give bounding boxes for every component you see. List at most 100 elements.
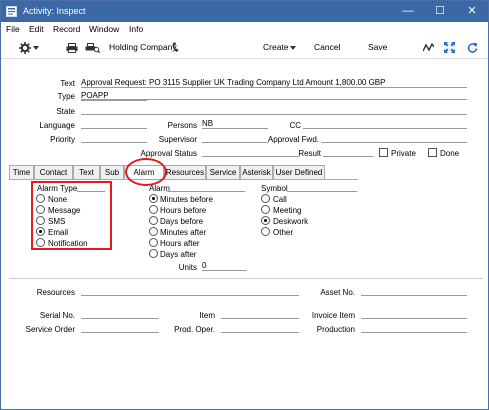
alarm-minutes-before-label: Minutes before [160, 195, 213, 204]
minimize-button[interactable]: — [393, 1, 423, 22]
alarm-tab-highlight-oval [125, 158, 167, 186]
language-field[interactable] [81, 119, 147, 129]
title-bar: Activity: Inspect — ☐ ✕ [1, 1, 488, 22]
tab-resources[interactable]: Resources [164, 165, 206, 179]
print-preview-icon[interactable] [85, 43, 100, 53]
tab-text[interactable]: Text [73, 165, 100, 179]
tab-asterisk[interactable]: Asterisk [240, 165, 273, 179]
alarm-hours-after-radio[interactable] [149, 238, 158, 247]
app-icon [6, 6, 17, 17]
private-checkbox[interactable] [379, 148, 388, 157]
symbol-call-label: Call [273, 195, 287, 204]
tab-user-defined[interactable]: User Defined [273, 165, 325, 179]
alarm-minutes-after-radio[interactable] [149, 227, 158, 236]
tab-contact[interactable]: Contact [34, 165, 73, 179]
tab-time[interactable]: Time [9, 165, 34, 179]
alarm-days-after-radio[interactable] [149, 249, 158, 258]
service-order-label: Service Order [25, 325, 75, 334]
cancel-button[interactable]: Cancel [314, 42, 340, 52]
state-field[interactable] [81, 105, 467, 115]
done-checkbox[interactable] [428, 148, 437, 157]
phone-icon[interactable] [172, 42, 180, 53]
result-field[interactable] [323, 147, 373, 157]
window-title: Activity: Inspect [23, 6, 86, 16]
symbol-meeting-radio[interactable] [261, 205, 270, 214]
alarm-days-before-radio[interactable] [149, 216, 158, 225]
menu-file[interactable]: File [6, 24, 20, 34]
close-button[interactable]: ✕ [457, 1, 487, 22]
alarm-hours-before-radio[interactable] [149, 205, 158, 214]
approval-fwd-label: Approval Fwd. [267, 135, 319, 144]
priority-field[interactable] [81, 133, 147, 143]
menu-window[interactable]: Window [89, 24, 119, 34]
resources-field[interactable] [81, 286, 299, 296]
symbol-meeting-label: Meeting [273, 206, 302, 215]
type-label: Type [57, 92, 75, 101]
activity-graph-icon[interactable] [423, 43, 434, 53]
alarm-type-highlight-box [31, 181, 112, 250]
symbol-other-radio[interactable] [261, 227, 270, 236]
persons-label: Persons [167, 121, 197, 130]
expand-icon[interactable] [444, 42, 455, 53]
company-name: Holding Company [109, 42, 177, 52]
tab-service[interactable]: Service [206, 165, 240, 179]
language-label: Language [39, 121, 75, 130]
private-label: Private [391, 149, 416, 158]
tab-sub[interactable]: Sub [100, 165, 124, 179]
type-field[interactable]: POAPP [81, 91, 147, 101]
resources-label: Resources [36, 288, 75, 297]
separator [9, 278, 483, 279]
symbol-other-label: Other [273, 228, 294, 237]
save-button[interactable]: Save [368, 42, 387, 52]
alarm-hours-after-label: Hours after [160, 239, 200, 248]
supervisor-label: Supervisor [158, 135, 197, 144]
cc-field[interactable] [303, 119, 467, 129]
gear-icon[interactable] [19, 42, 31, 54]
alarm-minutes-after-label: Minutes after [160, 228, 207, 237]
prod-oper-label: Prod. Oper. [174, 325, 215, 334]
production-field[interactable] [361, 323, 467, 333]
invoice-item-field[interactable] [361, 309, 467, 319]
menu-info[interactable]: Info [129, 24, 143, 34]
approval-fwd-field[interactable] [321, 133, 467, 143]
activity-window: Activity: Inspect — ☐ ✕ File Edit Record… [0, 0, 489, 410]
cc-label: CC [289, 121, 301, 130]
item-field[interactable] [221, 309, 299, 319]
approval-status-label: Approval Status [140, 149, 197, 158]
symbol-call-radio[interactable] [261, 194, 270, 203]
result-label: Result [298, 149, 321, 158]
text-label: Text [60, 79, 75, 88]
menu-edit[interactable]: Edit [29, 24, 44, 34]
serial-no-field[interactable] [81, 309, 159, 319]
units-field[interactable]: 0 [202, 261, 247, 271]
asset-no-field[interactable] [361, 286, 467, 296]
done-label: Done [440, 149, 460, 158]
alarm-days-before-label: Days before [160, 217, 204, 226]
alarm-minutes-before-radio[interactable] [149, 194, 158, 203]
invoice-item-label: Invoice Item [311, 311, 355, 320]
serial-no-label: Serial No. [39, 311, 75, 320]
symbol-deskwork-radio[interactable] [261, 216, 270, 225]
asset-no-label: Asset No. [320, 288, 355, 297]
create-button[interactable]: Create [263, 42, 289, 52]
alarm-days-after-label: Days after [160, 250, 197, 259]
menu-record[interactable]: Record [53, 24, 80, 34]
chevron-down-icon[interactable] [33, 46, 39, 50]
printer-icon[interactable] [66, 43, 78, 53]
menu-bar: File Edit Record Window Info [1, 22, 488, 37]
service-order-field[interactable] [81, 323, 159, 333]
create-dropdown-icon[interactable] [290, 46, 296, 50]
refresh-icon[interactable] [467, 42, 478, 53]
symbol-deskwork-label: Deskwork [273, 217, 309, 226]
supervisor-field[interactable] [202, 133, 268, 143]
approval-status-field[interactable] [202, 147, 299, 157]
symbol-header-line [287, 182, 357, 192]
production-label: Production [316, 325, 355, 334]
prod-oper-field[interactable] [221, 323, 299, 333]
persons-field[interactable]: NB [202, 119, 268, 129]
maximize-button[interactable]: ☐ [425, 1, 455, 22]
units-label: Units [178, 263, 197, 272]
symbol-header: Symbol [261, 184, 288, 193]
priority-label: Priority [50, 135, 75, 144]
text-field[interactable]: Approval Request: PO 3115 Supplier UK Tr… [81, 78, 467, 88]
